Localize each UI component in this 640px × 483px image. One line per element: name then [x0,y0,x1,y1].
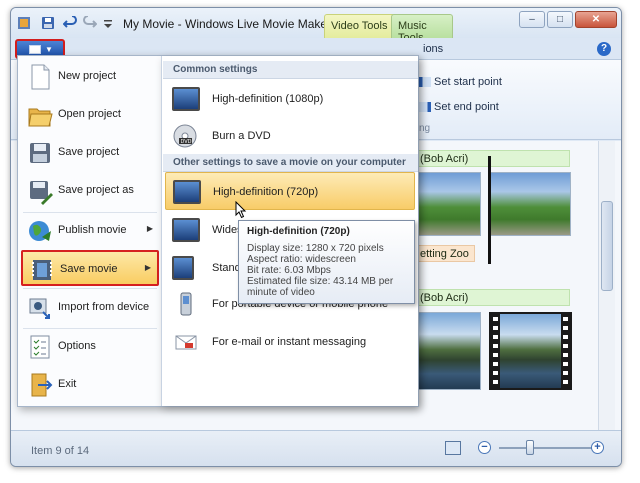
menu-item-publish-movie[interactable]: Publish movie ▶ [21,213,159,249]
mouse-pointer-icon [235,201,247,219]
menu-item-new-project[interactable]: New project [21,59,159,95]
menu-item-label: Open project [58,108,121,120]
dvd-badge: DVD [181,139,192,145]
tab-music-tools[interactable]: Music Tools [391,14,453,44]
submenu-item-burn-dvd[interactable]: DVD Burn a DVD [165,117,415,155]
thumbnail-size-icon[interactable] [445,441,461,455]
menu-item-import-from-device[interactable]: Import from device [21,290,159,326]
submenu-header-other: Other settings to save a movie on your c… [163,154,418,172]
minimize-button[interactable]: – [519,11,545,28]
options-checklist-icon [30,335,50,359]
vertical-scrollbar[interactable] [598,141,615,431]
zoom-in-button[interactable]: + [591,441,604,454]
set-end-label: Set end point [434,101,499,113]
submenu-item-hd-1080p[interactable]: High-definition (1080p) [165,80,415,118]
new-document-icon [31,64,50,90]
menu-item-open-project[interactable]: Open project [21,97,159,133]
save-as-icon [30,181,53,205]
set-end-point-button[interactable]: Set end point [419,101,499,113]
submenu-item-label: Stand [212,262,241,274]
menu-item-label: Save project [58,146,120,158]
tooltip-line: Aspect ratio: widescreen [247,254,356,265]
submenu-item-hd-720p[interactable]: High-definition (720p) [165,172,415,210]
set-start-icon [419,77,431,88]
globe-icon [29,221,51,241]
video-thumbnail[interactable] [488,172,571,236]
playback-indicator[interactable] [488,156,491,264]
menu-item-label: Publish movie [58,224,127,236]
tooltip-line: Estimated file size: 43.14 MB per minute… [247,276,394,298]
music-clip-label-1[interactable]: (Bob Acri) [415,150,570,167]
menu-item-label: Import from device [58,301,150,313]
dvd-disc-icon: DVD [173,124,197,148]
maximize-button[interactable]: □ [547,11,573,28]
widescreen-tv-icon [172,218,200,242]
menu-item-label: Save project as [58,184,134,196]
undo-icon[interactable] [63,16,77,30]
status-bar: Item 9 of 14 − + [11,430,621,466]
open-folder-icon [28,108,53,127]
window-title: My Movie - Windows Live Movie Maker [123,17,332,31]
app-menu-icon [29,45,41,54]
menu-item-save-project-as[interactable]: Save project as [21,173,159,209]
video-thumbnail[interactable] [416,312,481,390]
save-icon[interactable] [41,16,55,30]
app-logo-icon [18,17,30,29]
zoom-slider-track[interactable] [499,447,594,449]
help-icon[interactable]: ? [597,42,611,56]
scrollbar-thumb[interactable] [601,201,613,291]
music-clip-label-2[interactable]: (Bob Acri) [415,289,570,306]
submenu-arrow-icon: ▶ [146,224,153,233]
menu-item-exit[interactable]: Exit [21,367,159,403]
redo-icon[interactable] [83,16,97,30]
submenu-header-common: Common settings [163,61,418,79]
hd-tv-icon [173,180,201,204]
submenu-arrow-icon: ▶ [144,263,151,272]
hd-tv-icon [172,87,200,111]
film-save-icon [32,260,52,280]
menu-item-save-project[interactable]: Save project [21,135,159,171]
zoom-out-button[interactable]: − [478,441,491,454]
ribbon-group-label: ng [419,123,431,134]
set-end-icon [419,102,431,113]
menu-item-label: Save movie [60,263,118,275]
filmstrip-edge [561,314,570,388]
tab-video-tools[interactable]: Video Tools [324,14,396,38]
submenu-item-label: For e-mail or instant messaging [212,336,367,348]
import-device-icon [29,298,50,319]
submenu-item-label: Burn a DVD [212,130,271,142]
status-item-count: Item 9 of 14 [31,445,90,457]
tooltip-title: High-definition (720p) [247,226,350,237]
title-bar: My Movie - Windows Live Movie Maker Vide… [11,8,621,44]
save-disk-icon [30,143,50,163]
tab-options[interactable]: ions [423,43,443,55]
video-thumbnail-selected[interactable] [489,312,572,390]
submenu-item-email-im[interactable]: For e-mail or instant messaging [165,323,415,361]
menu-item-save-movie[interactable]: Save movie ▶ [21,250,159,286]
menu-item-label: Exit [58,378,77,390]
video-thumbnail[interactable] [416,172,481,236]
zoom-slider-knob[interactable] [526,440,534,455]
exit-door-icon [31,373,53,397]
tooltip-line: Bit rate: 6.03 Mbps [247,265,331,276]
tooltip-line: Display size: 1280 x 720 pixels [247,243,384,254]
filmstrip-edge [491,314,500,388]
set-start-point-button[interactable]: Set start point [419,76,502,88]
hd-720p-tooltip: High-definition (720p) Display size: 128… [238,220,415,304]
caption-label[interactable]: etting Zoo [415,245,475,262]
menu-item-options[interactable]: Options [21,329,159,365]
menu-separator [23,288,157,289]
menu-item-label: New project [58,70,117,82]
close-button[interactable]: ✕ [575,11,617,28]
menu-item-label: Options [58,340,96,352]
customize-toolbar-icon[interactable] [101,16,115,30]
submenu-item-label: High-definition (720p) [213,186,319,198]
app-menu-commands: New project Open project Save project Sa… [18,56,161,406]
set-start-label: Set start point [434,76,502,88]
submenu-item-label: High-definition (1080p) [212,93,324,105]
standard-tv-icon [172,256,194,280]
mobile-phone-icon [180,292,192,316]
chevron-down-icon: ▼ [45,45,53,54]
email-icon [175,335,197,350]
